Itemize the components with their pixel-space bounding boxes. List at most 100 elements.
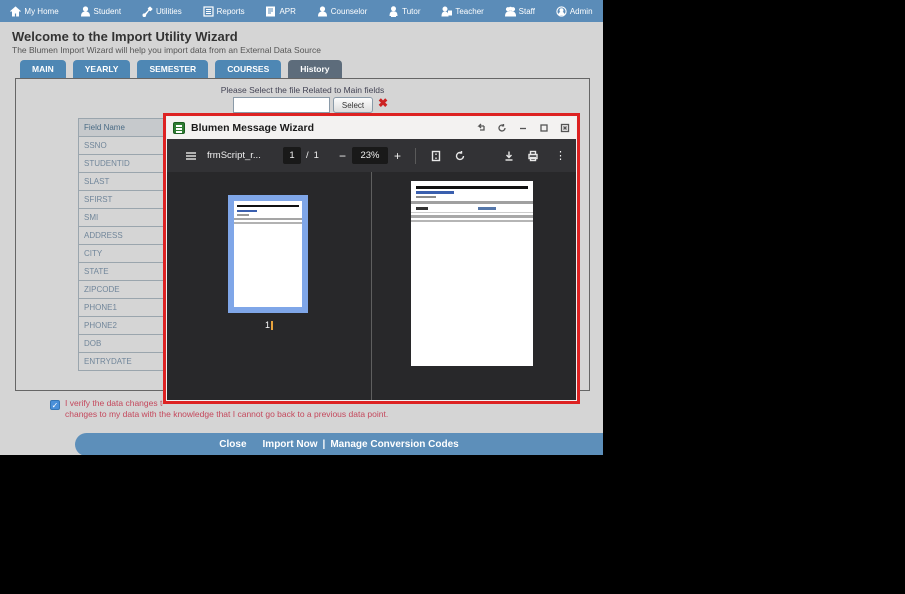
tab-courses[interactable]: COURSES	[215, 60, 282, 78]
zoom-in-button[interactable]: +	[388, 149, 407, 163]
maximize-icon[interactable]	[539, 123, 549, 133]
zoom-out-button[interactable]: −	[333, 149, 352, 163]
nav-label: Admin	[569, 6, 593, 16]
pdf-toolbar: frmScript_r... 1 / 1 − 23% + ⋮	[167, 139, 576, 172]
doc-column-label-1	[415, 207, 428, 210]
page-thumbnail-selected[interactable]	[228, 195, 308, 313]
table-row[interactable]: ADDRESS	[79, 227, 163, 245]
table-row[interactable]: STUDENTID	[79, 155, 163, 173]
app-window: My Home Student Utilities Reports APR Co…	[0, 0, 603, 455]
nav-apr[interactable]: APR	[265, 6, 296, 17]
tab-bar: MAIN YEARLY SEMESTER COURSES History	[20, 60, 342, 78]
close-icon[interactable]	[560, 123, 570, 133]
doc-thin-rule	[411, 212, 533, 213]
table-row[interactable]: CITY	[79, 245, 163, 263]
nav-utilities[interactable]: Utilities	[142, 5, 182, 17]
staff-icon	[504, 6, 516, 16]
undo-icon[interactable]	[476, 123, 486, 133]
clear-file-icon[interactable]: ✖	[378, 96, 388, 110]
rotate-icon[interactable]	[454, 150, 466, 162]
table-row[interactable]: ZIPCODE	[79, 281, 163, 299]
utilities-icon	[142, 5, 153, 17]
download-icon[interactable]	[503, 150, 515, 162]
thumbnail-page-number: 1	[265, 320, 274, 331]
table-row[interactable]: SMI	[79, 209, 163, 227]
file-select-prompt: Please Select the file Related to Main f…	[220, 85, 385, 95]
doc-header-bar	[415, 186, 529, 189]
refresh-icon[interactable]	[497, 123, 507, 133]
pdf-page[interactable]	[411, 181, 533, 366]
nav-student[interactable]: Student	[80, 5, 122, 17]
modal-titlebar[interactable]: Blumen Message Wizard	[167, 117, 576, 139]
doc-rule-1	[234, 218, 302, 220]
close-button[interactable]: Close	[219, 439, 246, 450]
home-icon	[10, 5, 22, 16]
nav-counselor[interactable]: Counselor	[317, 5, 368, 17]
nav-tutor[interactable]: Tutor	[388, 5, 420, 17]
doc-title-line	[236, 210, 257, 212]
print-icon[interactable]	[527, 150, 539, 162]
window-buttons	[476, 123, 570, 133]
page-separator: /	[306, 150, 309, 161]
table-row[interactable]: ENTRYDATE	[79, 353, 163, 371]
doc-title-line	[415, 191, 454, 194]
table-row[interactable]: STATE	[79, 263, 163, 281]
doc-rule-2	[411, 215, 533, 218]
nav-label: Student	[93, 6, 122, 16]
table-row[interactable]: SFIRST	[79, 191, 163, 209]
menu-icon[interactable]	[185, 150, 197, 162]
page-number-input[interactable]: 1	[283, 147, 301, 164]
blumen-message-wizard-modal: Blumen Message Wizard frmScript_r... 1 /…	[163, 113, 580, 404]
text-caret	[271, 321, 274, 331]
tutor-icon	[389, 5, 398, 17]
doc-rule-1	[411, 201, 533, 204]
table-header-field-name: Field Name	[79, 119, 163, 137]
field-name-table: Field Name SSNO STUDENTID SLAST SFIRST S…	[78, 118, 164, 371]
table-row[interactable]: SLAST	[79, 173, 163, 191]
modal-inner: Blumen Message Wizard frmScript_r... 1 /…	[166, 116, 577, 401]
nav-reports[interactable]: Reports	[202, 5, 245, 17]
tab-main[interactable]: MAIN	[20, 60, 66, 78]
select-file-button[interactable]: Select	[333, 97, 373, 113]
student-icon	[80, 5, 90, 16]
file-path-input[interactable]	[233, 97, 330, 113]
thumbnail-page	[234, 201, 302, 307]
verify-line-2: changes to my data with the knowledge th…	[65, 409, 389, 419]
more-options-icon[interactable]: ⋮	[555, 150, 566, 161]
page-title: Welcome to the Import Utility Wizard	[12, 29, 238, 44]
nav-admin[interactable]: Admin	[556, 5, 593, 17]
counselor-icon	[317, 5, 327, 16]
table-row[interactable]: DOB	[79, 335, 163, 353]
fit-page-icon[interactable]	[430, 150, 442, 162]
import-now-button[interactable]: Import Now	[263, 439, 318, 450]
verify-checkbox[interactable]: ✓	[50, 400, 60, 410]
pdf-viewer-body: 1	[167, 172, 576, 400]
doc-header-bar	[236, 205, 300, 207]
table-row[interactable]: PHONE2	[79, 317, 163, 335]
zoom-level-input[interactable]: 23%	[351, 147, 388, 164]
admin-icon	[556, 5, 567, 17]
nav-label: Reports	[216, 6, 245, 16]
tab-semester[interactable]: SEMESTER	[137, 60, 209, 78]
apr-icon	[266, 6, 276, 16]
page-view-panel	[372, 172, 576, 400]
tab-history[interactable]: History	[288, 60, 342, 78]
nav-label: Counselor	[330, 6, 368, 16]
blumen-app-icon	[173, 122, 185, 134]
doc-rule-2	[234, 222, 302, 224]
minimize-icon[interactable]	[518, 123, 528, 133]
tab-yearly[interactable]: YEARLY	[72, 60, 131, 78]
footer-action-bar: Close Import Now | Manage Conversion Cod…	[75, 433, 603, 455]
thumbnail-panel: 1	[167, 172, 371, 400]
table-row[interactable]: SSNO	[79, 137, 163, 155]
nav-my-home[interactable]: My Home	[10, 5, 59, 17]
verify-line-1: I verify the data changes to	[65, 398, 163, 408]
table-row[interactable]: PHONE1	[79, 299, 163, 317]
nav-label: My Home	[24, 6, 59, 16]
nav-staff[interactable]: Staff	[504, 6, 535, 17]
pdf-filename: frmScript_r...	[207, 150, 261, 161]
nav-label: Teacher	[455, 6, 484, 16]
doc-rule-3	[411, 220, 533, 222]
nav-teacher[interactable]: Teacher	[441, 6, 484, 17]
manage-conversion-codes-button[interactable]: Manage Conversion Codes	[330, 439, 458, 450]
